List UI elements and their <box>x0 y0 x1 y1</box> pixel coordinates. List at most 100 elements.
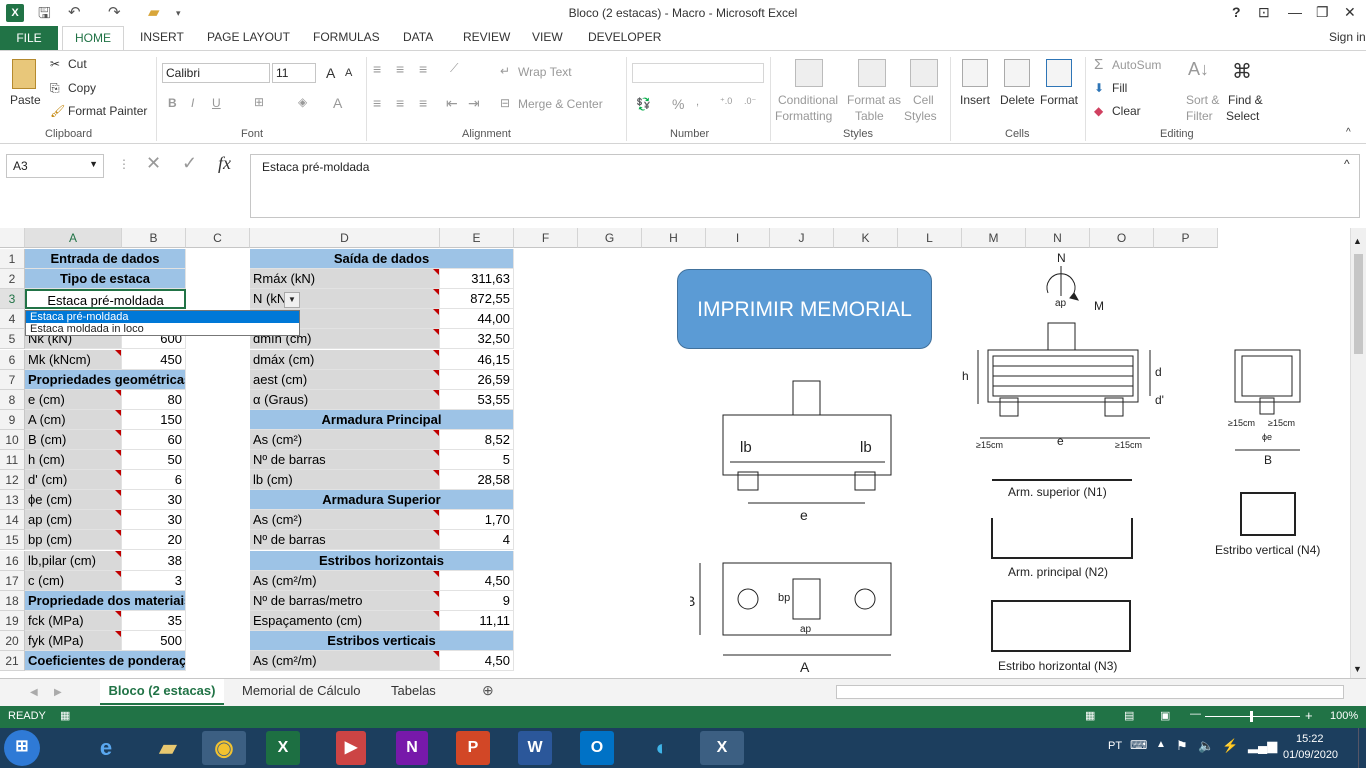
output-value[interactable]: 32,50 <box>440 329 514 350</box>
column-header-n[interactable]: N <box>1026 228 1090 248</box>
row-header-9[interactable]: 9 <box>0 409 25 430</box>
find-select-button-line2[interactable]: Select <box>1226 109 1259 123</box>
sort-filter-button-line2[interactable]: Filter <box>1186 109 1213 123</box>
input-value[interactable]: 38 <box>122 550 186 571</box>
decrease-decimal-icon[interactable]: .0⁻ <box>744 96 756 107</box>
autosum-button[interactable]: AutoSum <box>1112 58 1161 72</box>
input-value[interactable]: 20 <box>122 530 186 551</box>
orientation-icon[interactable]: ⟋ <box>450 61 458 76</box>
row-header-13[interactable]: 13 <box>0 490 25 511</box>
format-painter-icon[interactable]: 🖌 <box>50 104 65 118</box>
output-label[interactable]: aest (cm) <box>250 369 440 390</box>
pile-type-select[interactable]: Estaca pré-moldada <box>25 289 186 310</box>
row-header-10[interactable]: 10 <box>0 429 25 450</box>
tab-page-layout[interactable]: PAGE LAYOUT <box>207 30 290 44</box>
merge-center-button[interactable]: Merge & Center <box>518 97 603 111</box>
grow-font-icon[interactable]: A <box>326 65 335 81</box>
close-icon[interactable]: ✕ <box>1344 4 1356 21</box>
conditional-formatting-button[interactable]: Conditional <box>778 93 838 107</box>
zoom-out-icon[interactable]: — <box>1190 708 1201 720</box>
cell-styles-button[interactable]: Cell <box>913 93 934 107</box>
input-value[interactable]: 450 <box>122 349 186 370</box>
input-label[interactable]: bp (cm) <box>25 530 122 551</box>
keyboard-icon[interactable]: ⌨ <box>1130 738 1147 752</box>
format-painter-button[interactable]: Format Painter <box>68 104 147 118</box>
insert-function-button[interactable]: fx <box>218 153 231 174</box>
percent-button[interactable]: % <box>672 96 684 112</box>
align-bottom-icon[interactable]: ≡ <box>419 61 427 77</box>
input-value[interactable]: 60 <box>122 429 186 450</box>
file-explorer-icon[interactable]: ▰ <box>146 731 190 765</box>
output-value[interactable]: 4 <box>440 530 514 551</box>
vertical-scrollbar[interactable]: ▲ ▼ <box>1350 228 1366 678</box>
cell-styles-button-line2[interactable]: Styles <box>904 109 937 123</box>
horizontal-scrollbar[interactable] <box>836 685 1344 699</box>
cancel-icon[interactable]: ✕ <box>146 153 161 174</box>
output-value[interactable]: 5 <box>440 450 514 470</box>
italic-button[interactable]: I <box>191 96 194 110</box>
output-value[interactable]: 4,50 <box>440 570 514 591</box>
input-label[interactable]: fyk (MPa) <box>25 630 122 651</box>
sign-in-link[interactable]: Sign in <box>1329 30 1366 44</box>
output-section-header[interactable]: Armadura Superior <box>250 490 514 511</box>
column-header-m[interactable]: M <box>962 228 1026 248</box>
underline-button[interactable]: U <box>212 96 221 110</box>
zoom-level[interactable]: 100% <box>1330 710 1358 722</box>
output-label[interactable]: As (cm²) <box>250 510 440 531</box>
collapse-formula-bar-icon[interactable]: ^ <box>1344 157 1350 171</box>
row-header-12[interactable]: 12 <box>0 470 25 491</box>
output-value[interactable]: 872,55 <box>440 289 514 310</box>
output-label[interactable]: As (cm²/m) <box>250 651 440 671</box>
output-label[interactable]: N (kN) <box>250 289 440 310</box>
help-button[interactable]: ? <box>1232 4 1241 20</box>
outlook-icon[interactable]: O <box>580 731 614 765</box>
wrap-text-button[interactable]: Wrap Text <box>518 65 572 79</box>
column-header-c[interactable]: C <box>186 228 250 248</box>
borders-icon[interactable]: ⊞ <box>254 95 264 109</box>
input-label[interactable]: fck (MPa) <box>25 610 122 631</box>
output-value[interactable]: 9 <box>440 590 514 611</box>
input-value[interactable]: 150 <box>122 409 186 430</box>
flag-icon[interactable]: ⚑ <box>1176 738 1188 754</box>
zoom-slider-thumb[interactable] <box>1250 711 1253 722</box>
output-value[interactable]: 46,15 <box>440 349 514 370</box>
input-label[interactable]: A (cm) <box>25 409 122 430</box>
sheet-tab-tabelas[interactable]: Tabelas <box>391 683 436 698</box>
align-top-icon[interactable]: ≡ <box>373 61 381 77</box>
scroll-thumb[interactable] <box>1354 254 1363 354</box>
row-header-21[interactable]: 21 <box>0 651 25 671</box>
enter-icon[interactable]: ✓ <box>182 153 197 174</box>
output-section-header[interactable]: Saída de dados <box>250 249 514 269</box>
select-all-corner[interactable] <box>0 228 25 248</box>
column-header-e[interactable]: E <box>440 228 514 248</box>
output-label[interactable]: As (cm²) <box>250 429 440 450</box>
power-icon[interactable]: ⚡ <box>1222 738 1238 754</box>
output-label[interactable]: As (cm²/m) <box>250 570 440 591</box>
output-label[interactable]: lb (cm) <box>250 470 440 491</box>
macro-record-icon[interactable]: ▦ <box>60 709 70 722</box>
input-value[interactable]: 6 <box>122 470 186 491</box>
column-header-d[interactable]: D <box>250 228 440 248</box>
row-header-8[interactable]: 8 <box>0 389 25 410</box>
input-label[interactable]: Mk (kNcm) <box>25 349 122 370</box>
sheet-tab-bloco[interactable]: Bloco (2 estacas) <box>100 679 224 705</box>
font-color-icon[interactable]: A <box>333 95 342 111</box>
number-format-select[interactable] <box>632 63 764 83</box>
comma-style-icon[interactable]: , <box>696 96 699 108</box>
restore-icon[interactable]: ❐ <box>1316 4 1329 21</box>
paste-button[interactable]: Paste <box>10 93 41 107</box>
align-center-icon[interactable]: ≡ <box>396 95 404 111</box>
row-header-11[interactable]: 11 <box>0 450 25 470</box>
input-label[interactable]: d' (cm) <box>25 470 122 491</box>
fill-button[interactable]: Fill <box>1112 81 1127 95</box>
language-indicator[interactable]: PT <box>1108 740 1122 752</box>
output-label[interactable]: Nº de barras <box>250 450 440 470</box>
tab-developer[interactable]: DEVELOPER <box>588 30 661 44</box>
column-header-a[interactable]: A <box>25 228 122 248</box>
scroll-left-icon[interactable]: ◀ <box>30 687 38 698</box>
page-layout-view-icon[interactable]: ▤ <box>1124 709 1134 722</box>
row-header-5[interactable]: 5 <box>0 329 25 350</box>
shrink-font-icon[interactable]: A <box>345 67 352 79</box>
minimize-icon[interactable]: — <box>1288 4 1302 20</box>
input-section-header[interactable]: Propriedade dos materiais <box>25 590 186 611</box>
